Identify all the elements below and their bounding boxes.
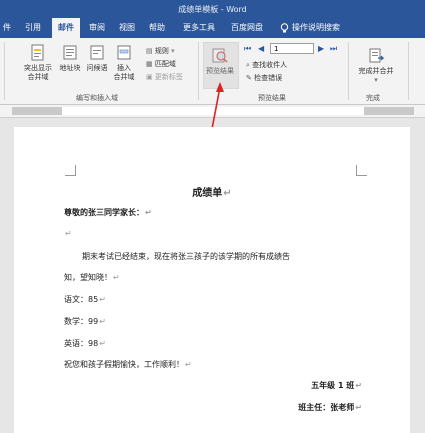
tab-view[interactable]: 视图 <box>116 18 138 38</box>
insert-merge-field-label-1: 插入 <box>117 64 131 72</box>
match-fields-label: 匹配域 <box>154 60 176 68</box>
paragraph-mark-icon: ↵ <box>185 360 192 369</box>
address-block-button[interactable]: 地址块 <box>56 44 84 73</box>
check-errors-button[interactable]: ✎ 检查错误 <box>246 73 282 83</box>
preview-results-highlight <box>203 42 239 89</box>
find-recipient-icon: ⌕ <box>246 61 250 69</box>
find-recipient-label: 查找收件人 <box>252 61 288 69</box>
paragraph-mark-icon: ↵ <box>145 208 152 217</box>
teacher-text: 班主任：张老师 <box>298 403 355 412</box>
group-label-preview: 预览结果 <box>258 94 286 102</box>
ruler-right-margin <box>364 107 414 115</box>
paragraph-mark-icon: ↵ <box>99 295 106 304</box>
paragraph-mark-icon: ↵ <box>355 381 362 390</box>
group-separator <box>348 42 349 100</box>
paragraph-mark-icon: ↵ <box>355 403 362 412</box>
highlight-merge-label-2: 合并域 <box>27 73 49 81</box>
highlight-merge-fields-button[interactable]: 突出显示 合并域 <box>18 44 58 82</box>
tab-review[interactable]: 审阅 <box>86 18 108 38</box>
address-block-label: 地址块 <box>59 64 81 72</box>
greeting-line-button[interactable]: 问候语 <box>84 44 110 73</box>
rules-icon: ▤ <box>146 47 153 55</box>
greeting-paragraph: 尊敬的张三同学家长：↵ <box>64 207 152 218</box>
ruler-left-margin <box>12 107 62 115</box>
tab-more-tools[interactable]: 更多工具 <box>180 18 218 38</box>
next-record-icon[interactable]: ▶ <box>318 44 324 53</box>
update-labels-icon: ▣ <box>146 73 153 81</box>
update-labels-button[interactable]: ▣ 更新标签 <box>146 72 183 82</box>
teacher-signature: 班主任：张老师↵ <box>298 402 362 413</box>
lightbulb-icon <box>278 18 290 38</box>
body-paragraph-continued: 知，望知晓！↵ <box>64 272 120 283</box>
score-chinese: 语文：85↵ <box>64 294 106 305</box>
score-math-text: 数学：99 <box>64 317 99 326</box>
tab-help[interactable]: 帮助 <box>146 18 168 38</box>
score-english: 英语：98↵ <box>64 338 106 349</box>
first-record-icon[interactable]: ⏮ <box>244 44 251 54</box>
empty-paragraph: ↵ <box>64 229 72 238</box>
document-highlight-icon <box>31 44 44 61</box>
tab-file[interactable]: 件 <box>0 18 14 38</box>
page-corner-mark <box>65 165 76 176</box>
ribbon-tabs: 件 引用 邮件 审阅 视图 帮助 更多工具 百度网盘 操作说明搜索 <box>0 18 425 38</box>
group-separator <box>198 42 199 100</box>
find-recipient-button[interactable]: ⌕ 查找收件人 <box>246 60 287 70</box>
document-page[interactable]: 成绩单↵ 尊敬的张三同学家长：↵ ↵ 期末考试已经结束，现在将张三孩子的该学期的… <box>14 127 410 433</box>
chevron-down-icon: ▾ <box>171 47 175 55</box>
wish-paragraph: 祝您和孩子假期愉快，工作顺利！↵ <box>64 359 192 370</box>
insert-merge-field-button[interactable]: 插入 合并域 <box>110 44 138 82</box>
finish-merge-label: 完成并合并 <box>358 67 394 75</box>
match-fields-icon: ▦ <box>146 60 153 68</box>
match-fields-button[interactable]: ▦ 匹配域 <box>146 59 176 69</box>
rules-button[interactable]: ▤ 规则 ▾ <box>146 46 175 56</box>
class-text: 五年级 1 班 <box>311 381 355 390</box>
horizontal-ruler[interactable] <box>0 105 425 118</box>
paragraph-mark-icon: ↵ <box>99 339 106 348</box>
tab-baidu-netdisk[interactable]: 百度网盘 <box>228 18 266 38</box>
window-title: 成绩单模板 - Word <box>178 5 247 14</box>
record-number-input[interactable]: 1 <box>270 43 314 54</box>
ruler-track <box>12 107 414 115</box>
last-record-icon[interactable]: ⏭ <box>330 44 337 54</box>
paragraph-mark-icon: ↵ <box>223 188 232 199</box>
insert-merge-field-label-2: 合并域 <box>113 73 135 81</box>
rules-label: 规则 <box>154 47 169 55</box>
document-title-text: 成绩单 <box>192 188 223 199</box>
insert-field-icon <box>117 45 131 60</box>
paragraph-mark-icon: ↵ <box>65 229 72 238</box>
greeting-line-label: 问候语 <box>86 64 108 72</box>
highlight-merge-label-1: 突出显示 <box>24 64 52 72</box>
previous-record-icon[interactable]: ◀ <box>258 44 264 53</box>
greeting-line-icon <box>90 45 104 60</box>
paragraph-mark-icon: ↵ <box>113 273 120 282</box>
chevron-down-icon: ▾ <box>374 76 378 84</box>
body-paragraph: 期末考试已经结束，现在将张三孩子的该学期的所有成绩告 <box>82 251 290 262</box>
finish-merge-icon <box>369 48 385 63</box>
body-text-2: 知，望知晓！ <box>64 273 112 282</box>
greeting-text: 尊敬的张三同学家长： <box>64 208 144 217</box>
tab-references[interactable]: 引用 <box>22 18 44 38</box>
group-label-finish: 完成 <box>366 94 380 102</box>
tab-mailings[interactable]: 邮件 <box>52 18 80 38</box>
score-chinese-text: 语文：85 <box>64 295 99 304</box>
group-separator <box>4 42 5 100</box>
page-corner-mark <box>356 165 367 176</box>
title-bar: 成绩单模板 - Word <box>0 0 425 18</box>
class-signature: 五年级 1 班↵ <box>311 380 362 391</box>
wish-text: 祝您和孩子假期愉快，工作顺利！ <box>64 360 184 369</box>
score-english-text: 英语：98 <box>64 339 99 348</box>
update-labels-label: 更新标签 <box>154 73 183 81</box>
paragraph-mark-icon: ↵ <box>99 317 106 326</box>
address-block-icon <box>63 45 77 60</box>
group-label-write-insert: 编写和插入域 <box>76 94 118 102</box>
score-math: 数学：99↵ <box>64 316 106 327</box>
check-errors-icon: ✎ <box>246 74 252 82</box>
tell-me-search[interactable]: 操作说明搜索 <box>292 18 352 38</box>
document-title: 成绩单↵ <box>14 184 410 199</box>
group-separator <box>408 42 409 100</box>
check-errors-label: 检查错误 <box>254 74 283 82</box>
body-text: 期末考试已经结束，现在将张三孩子的该学期的所有成绩告 <box>82 252 290 261</box>
finish-merge-button[interactable]: 完成并合并 ▾ <box>352 47 400 85</box>
